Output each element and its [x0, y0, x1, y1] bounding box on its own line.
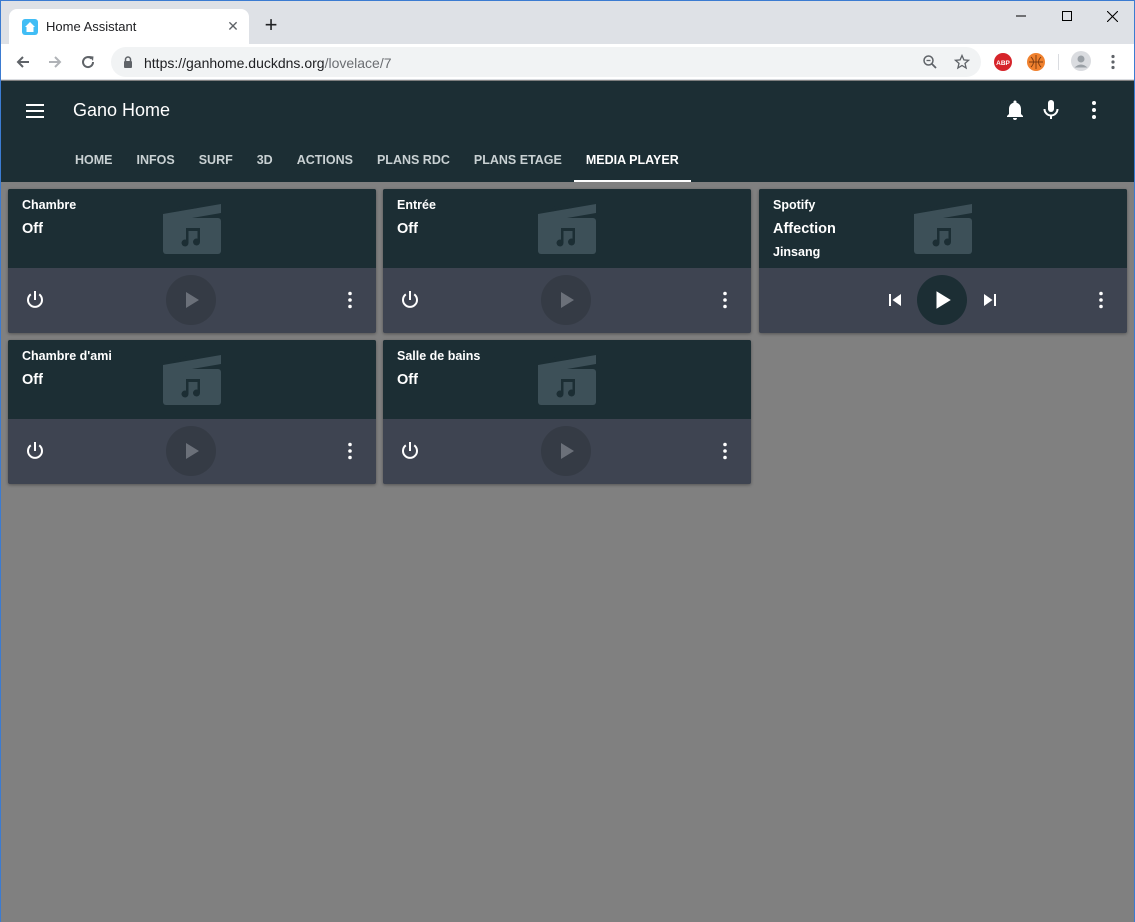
- card-name: Chambre: [22, 198, 77, 212]
- play-button[interactable]: [917, 275, 967, 325]
- url-text: https://ganhome.duckdns.org/lovelace/7: [144, 55, 392, 71]
- play-icon: [561, 292, 574, 308]
- tab-home[interactable]: HOME: [63, 139, 125, 182]
- microphone-icon[interactable]: [1039, 98, 1063, 122]
- header-more-icon[interactable]: [1082, 98, 1106, 122]
- power-icon[interactable]: [23, 439, 47, 463]
- movie-music-icon: [538, 204, 596, 254]
- url-path: /lovelace/7: [324, 55, 392, 71]
- tab-media-player[interactable]: MEDIA PLAYER: [573, 139, 691, 182]
- movie-music-icon: [163, 355, 221, 405]
- dots-vertical-icon[interactable]: [338, 439, 362, 463]
- play-button[interactable]: [166, 275, 216, 325]
- play-icon: [186, 292, 199, 308]
- card-controls: [383, 268, 751, 333]
- skip-previous-icon[interactable]: [883, 288, 907, 312]
- card-header: Spotify Affection Jinsang: [759, 189, 1127, 268]
- media-card-salle-de-bains: Salle de bains Off: [383, 340, 751, 484]
- card-controls: [759, 268, 1127, 333]
- card-header: Entrée Off: [383, 189, 751, 268]
- maximize-button[interactable]: [1044, 1, 1090, 31]
- basketball-extension-icon[interactable]: [1027, 53, 1045, 71]
- movie-music-icon: [163, 204, 221, 254]
- tab-surf[interactable]: SURF: [187, 139, 245, 182]
- svg-text:ABP: ABP: [996, 60, 1010, 67]
- skip-next-icon[interactable]: [978, 288, 1002, 312]
- power-icon[interactable]: [398, 288, 422, 312]
- notifications-bell-icon[interactable]: [1003, 98, 1027, 122]
- card-controls: [8, 268, 376, 333]
- tab-3d[interactable]: 3D: [245, 139, 285, 182]
- play-button[interactable]: [541, 275, 591, 325]
- power-icon[interactable]: [398, 439, 422, 463]
- media-cards-area: Chambre Off Entrée Off Spotify Affection…: [1, 182, 1134, 922]
- card-name: Chambre d'ami: [22, 349, 112, 363]
- reload-button[interactable]: [76, 50, 100, 74]
- movie-music-icon: [914, 204, 972, 254]
- view-tabs: HOME INFOS SURF 3D ACTIONS PLANS RDC PLA…: [63, 139, 691, 182]
- address-bar[interactable]: https://ganhome.duckdns.org/lovelace/7: [111, 47, 981, 77]
- new-tab-button[interactable]: +: [259, 14, 283, 38]
- toolbar-divider: [1058, 54, 1059, 70]
- minimize-button[interactable]: [998, 1, 1044, 31]
- media-card-chambre: Chambre Off: [8, 189, 376, 333]
- card-header: Chambre d'ami Off: [8, 340, 376, 419]
- app-header: Gano Home HOME INFOS SURF 3D ACTIONS PLA…: [1, 81, 1134, 182]
- browser-menu-icon[interactable]: [1101, 50, 1125, 74]
- play-button[interactable]: [541, 426, 591, 476]
- tab-actions[interactable]: ACTIONS: [285, 139, 365, 182]
- card-name: Salle de bains: [397, 349, 481, 363]
- play-button[interactable]: [166, 426, 216, 476]
- card-name: Spotify: [773, 198, 816, 212]
- browser-toolbar: https://ganhome.duckdns.org/lovelace/7 A…: [1, 44, 1134, 80]
- tab-title: Home Assistant: [46, 19, 137, 34]
- dots-vertical-icon[interactable]: [713, 288, 737, 312]
- app-title: Gano Home: [73, 100, 171, 120]
- card-state: Off: [22, 372, 43, 388]
- hamburger-menu-icon[interactable]: [23, 99, 47, 123]
- bookmark-star-icon[interactable]: [954, 54, 970, 70]
- play-icon: [186, 443, 199, 459]
- dots-vertical-icon[interactable]: [338, 288, 362, 312]
- card-controls: [383, 419, 751, 484]
- card-state: Off: [397, 372, 418, 388]
- url-host: https://ganhome.duckdns.org: [144, 55, 325, 71]
- tab-infos[interactable]: INFOS: [125, 139, 187, 182]
- dots-vertical-icon[interactable]: [713, 439, 737, 463]
- tab-plans-rdc[interactable]: PLANS RDC: [365, 139, 462, 182]
- media-card-spotify: Spotify Affection Jinsang: [759, 189, 1127, 333]
- card-state: Off: [397, 221, 418, 237]
- track-artist: Jinsang: [773, 245, 821, 259]
- card-header: Chambre Off: [8, 189, 376, 268]
- track-title: Affection: [773, 221, 836, 237]
- tab-plans-etage[interactable]: PLANS ETAGE: [462, 139, 574, 182]
- adblock-plus-icon[interactable]: ABP: [994, 53, 1012, 71]
- media-card-entree: Entrée Off: [383, 189, 751, 333]
- back-button[interactable]: [11, 50, 35, 74]
- card-name: Entrée: [397, 198, 436, 212]
- card-controls: [8, 419, 376, 484]
- close-window-button[interactable]: [1089, 1, 1135, 31]
- play-icon: [561, 443, 574, 459]
- profile-avatar-icon[interactable]: [1071, 51, 1091, 71]
- close-tab-icon[interactable]: ✕: [225, 18, 241, 34]
- tab-strip: Home Assistant ✕ +: [1, 1, 1134, 44]
- power-icon[interactable]: [23, 288, 47, 312]
- home-assistant-favicon-icon: [22, 19, 38, 35]
- card-state: Off: [22, 221, 43, 237]
- media-card-chambre-dami: Chambre d'ami Off: [8, 340, 376, 484]
- browser-tab[interactable]: Home Assistant ✕: [9, 9, 249, 44]
- lock-icon: [124, 56, 132, 68]
- dots-vertical-icon[interactable]: [1089, 288, 1113, 312]
- zoom-icon[interactable]: [922, 54, 938, 70]
- browser-window: Home Assistant ✕ + https://ganhome.duckd…: [0, 0, 1135, 922]
- forward-button[interactable]: [43, 50, 67, 74]
- play-icon: [936, 291, 951, 309]
- card-header: Salle de bains Off: [383, 340, 751, 419]
- movie-music-icon: [538, 355, 596, 405]
